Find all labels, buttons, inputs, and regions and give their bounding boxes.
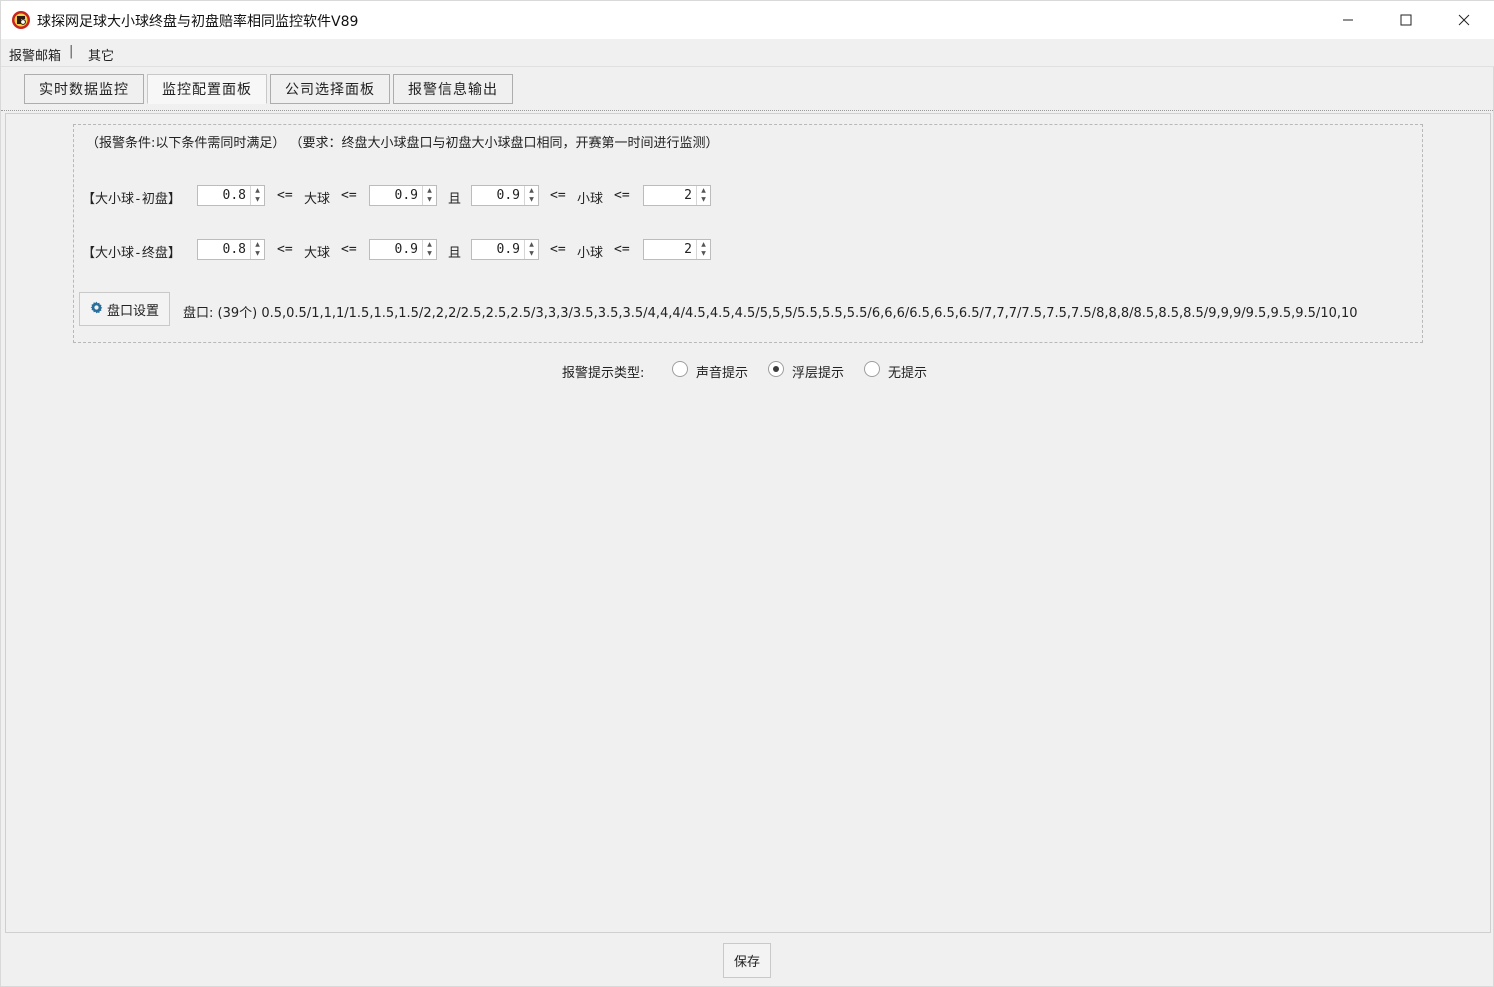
maximize-icon bbox=[1400, 14, 1412, 26]
op-big: 大球 bbox=[304, 192, 331, 207]
alarm-conditions-group: （报警条件:以下条件需同时满足） （要求：终盘大小球盘口与初盘大小球盘口相同，开… bbox=[73, 124, 1423, 343]
spin-down-icon[interactable]: ▼ bbox=[525, 249, 538, 258]
spin-down-icon[interactable]: ▼ bbox=[251, 249, 264, 258]
spin-up-icon[interactable]: ▲ bbox=[423, 240, 436, 249]
op-and: 且 bbox=[448, 192, 462, 207]
config-panel: （报警条件:以下条件需同时满足） （要求：终盘大小球盘口与初盘大小球盘口相同，开… bbox=[5, 113, 1491, 933]
spin-down-icon[interactable]: ▼ bbox=[423, 195, 436, 204]
pan-settings-button[interactable]: 盘口设置 bbox=[79, 292, 170, 326]
spinner-value: 2 bbox=[684, 188, 692, 203]
gear-icon bbox=[90, 301, 103, 318]
spin-up-icon[interactable]: ▲ bbox=[251, 186, 264, 195]
radio-sound-label[interactable]: 声音提示 bbox=[696, 362, 748, 381]
radio-overlay[interactable] bbox=[768, 361, 784, 377]
title-bar: 球探网足球大小球终盘与初盘赔率相同监控软件V89 bbox=[1, 1, 1494, 39]
spinner-value: 0.9 bbox=[496, 188, 520, 203]
app-logo-icon bbox=[11, 10, 31, 30]
window-title: 球探网足球大小球终盘与初盘赔率相同监控软件V89 bbox=[37, 14, 359, 30]
op-le: <= bbox=[614, 242, 630, 257]
tab-realtime-monitor[interactable]: 实时数据监控 bbox=[24, 74, 144, 104]
menu-bar: 报警邮箱 | 其它 bbox=[1, 39, 1494, 67]
spin-down-icon[interactable]: ▼ bbox=[251, 195, 264, 204]
tab-company-select[interactable]: 公司选择面板 bbox=[270, 74, 390, 104]
condition-row-initial: 【大小球-初盘】 0.8 ▲ ▼ <= 大球 <= 0.9 ▲ ▼ 且 0.9 ▲ ▼… bbox=[82, 185, 782, 207]
spin-up-icon[interactable]: ▲ bbox=[525, 186, 538, 195]
maximize-button[interactable] bbox=[1377, 1, 1435, 39]
minimize-icon bbox=[1342, 14, 1354, 26]
spin-up-icon[interactable]: ▲ bbox=[697, 240, 710, 249]
menu-item-alarm-email[interactable]: 报警邮箱 bbox=[9, 45, 61, 64]
small-min-spinner[interactable]: 0.9 ▲ ▼ bbox=[471, 239, 539, 260]
radio-none-label[interactable]: 无提示 bbox=[888, 362, 927, 381]
small-max-spinner[interactable]: 2 ▲ ▼ bbox=[643, 185, 711, 206]
close-button[interactable] bbox=[1435, 1, 1493, 39]
save-button[interactable]: 保存 bbox=[723, 943, 771, 978]
op-small: 小球 bbox=[577, 246, 604, 261]
spin-down-icon[interactable]: ▼ bbox=[525, 195, 538, 204]
tab-monitor-config[interactable]: 监控配置面板 bbox=[147, 74, 267, 104]
spin-down-icon[interactable]: ▼ bbox=[697, 249, 710, 258]
spin-down-icon[interactable]: ▼ bbox=[697, 195, 710, 204]
spin-up-icon[interactable]: ▲ bbox=[697, 186, 710, 195]
spinner-value: 0.8 bbox=[222, 188, 246, 203]
op-le: <= bbox=[277, 188, 293, 203]
op-small: 小球 bbox=[577, 192, 604, 207]
op-le: <= bbox=[614, 188, 630, 203]
op-le: <= bbox=[550, 242, 566, 257]
tab-bar: 实时数据监控 监控配置面板 公司选择面板 报警信息输出 bbox=[1, 67, 1494, 111]
big-min-spinner[interactable]: 0.8 ▲ ▼ bbox=[197, 185, 265, 206]
spinner-value: 0.9 bbox=[394, 242, 418, 257]
op-big: 大球 bbox=[304, 246, 331, 261]
tab-alarm-output[interactable]: 报警信息输出 bbox=[393, 74, 513, 104]
spinner-value: 2 bbox=[684, 242, 692, 257]
op-le: <= bbox=[341, 242, 357, 257]
spin-up-icon[interactable]: ▲ bbox=[423, 186, 436, 195]
small-max-spinner[interactable]: 2 ▲ ▼ bbox=[643, 239, 711, 260]
pan-settings-label: 盘口设置 bbox=[106, 303, 159, 319]
op-and: 且 bbox=[448, 246, 462, 261]
pan-list-text: 盘口: (39个) 0.5,0.5/1,1,1/1.5,1.5,1.5/2,2,… bbox=[183, 306, 1358, 321]
spin-up-icon[interactable]: ▲ bbox=[525, 240, 538, 249]
radio-none[interactable] bbox=[864, 361, 880, 377]
minimize-button[interactable] bbox=[1319, 1, 1377, 39]
spinner-value: 0.9 bbox=[496, 242, 520, 257]
spin-down-icon[interactable]: ▼ bbox=[423, 249, 436, 258]
conditions-title: （报警条件:以下条件需同时满足） （要求：终盘大小球盘口与初盘大小球盘口相同，开… bbox=[86, 136, 719, 151]
alarm-type-label: 报警提示类型: bbox=[562, 366, 645, 381]
app-window: 球探网足球大小球终盘与初盘赔率相同监控软件V89 报警邮箱 | 其它 实时数据监… bbox=[0, 0, 1494, 987]
op-le: <= bbox=[277, 242, 293, 257]
menu-item-other[interactable]: 其它 bbox=[88, 45, 114, 64]
small-min-spinner[interactable]: 0.9 ▲ ▼ bbox=[471, 185, 539, 206]
spinner-value: 0.8 bbox=[222, 242, 246, 257]
big-max-spinner[interactable]: 0.9 ▲ ▼ bbox=[369, 185, 437, 206]
op-le: <= bbox=[550, 188, 566, 203]
radio-overlay-label[interactable]: 浮层提示 bbox=[792, 362, 844, 381]
radio-sound[interactable] bbox=[672, 361, 688, 377]
spinner-value: 0.9 bbox=[394, 188, 418, 203]
big-max-spinner[interactable]: 0.9 ▲ ▼ bbox=[369, 239, 437, 260]
row-label: 【大小球-终盘】 bbox=[82, 246, 181, 261]
condition-row-final: 【大小球-终盘】 0.8 ▲ ▼ <= 大球 <= 0.9 ▲ ▼ 且 0.9 ▲ ▼… bbox=[82, 239, 782, 261]
close-icon bbox=[1458, 14, 1470, 26]
spin-up-icon[interactable]: ▲ bbox=[251, 240, 264, 249]
big-min-spinner[interactable]: 0.8 ▲ ▼ bbox=[197, 239, 265, 260]
op-le: <= bbox=[341, 188, 357, 203]
row-label: 【大小球-初盘】 bbox=[82, 192, 181, 207]
menu-separator: | bbox=[69, 44, 74, 59]
